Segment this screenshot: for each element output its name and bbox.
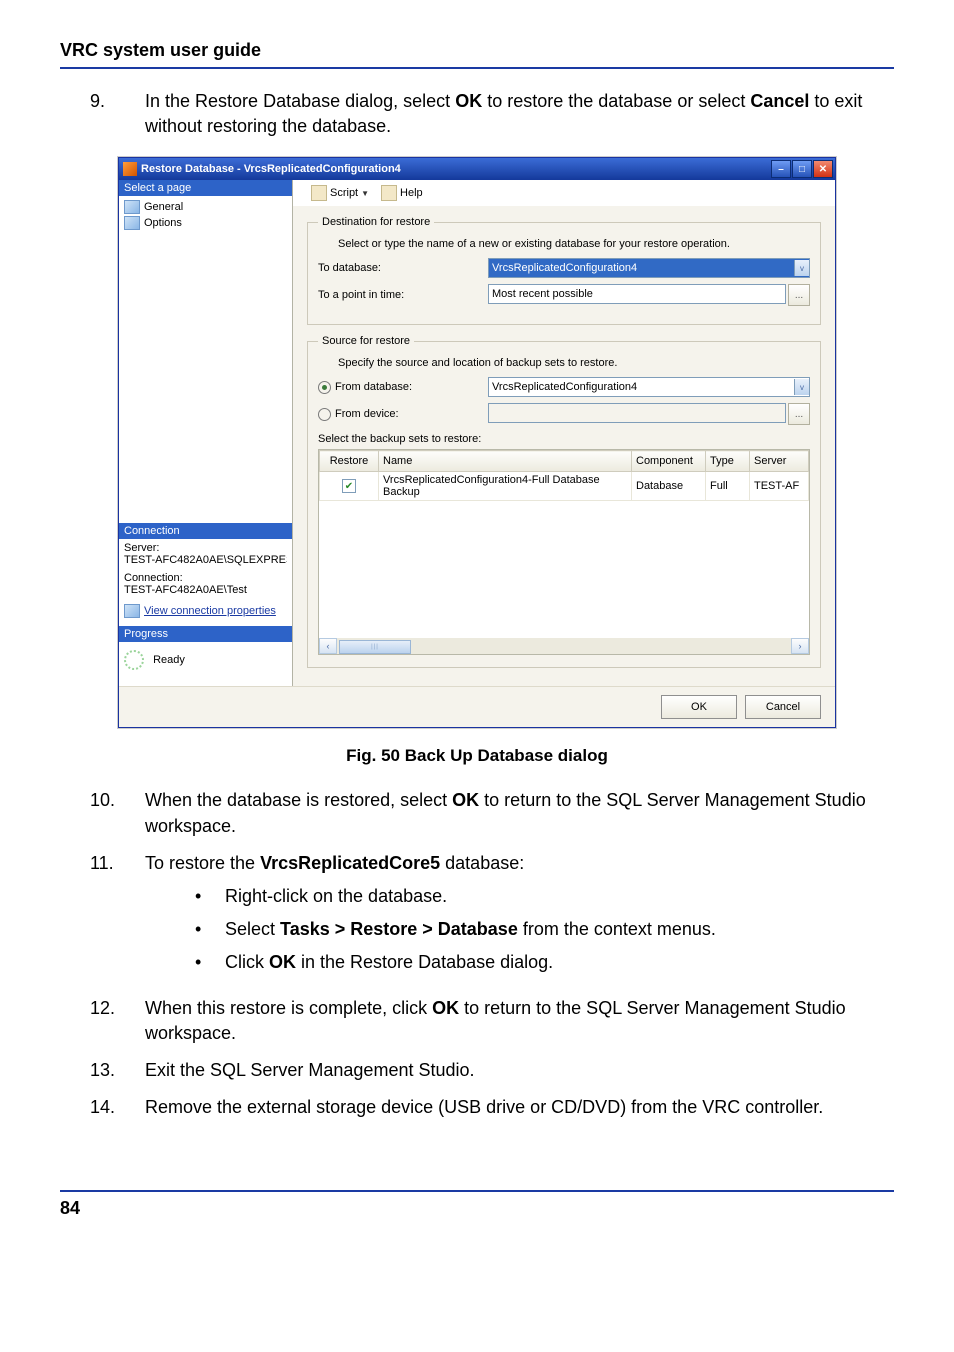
sidebar-item-general[interactable]: General bbox=[119, 199, 292, 215]
step-number: 12. bbox=[90, 996, 145, 1046]
from-database-radio[interactable] bbox=[318, 381, 331, 394]
footer-rule bbox=[60, 1190, 894, 1192]
server-value: TEST-AFC482A0AE\SQLEXPRES bbox=[124, 554, 287, 566]
col-name[interactable]: Name bbox=[379, 451, 632, 472]
scroll-right-icon[interactable]: › bbox=[791, 638, 809, 654]
connection-label: Connection: bbox=[124, 572, 287, 584]
col-restore[interactable]: Restore bbox=[320, 451, 379, 472]
help-button[interactable]: Help bbox=[381, 185, 423, 201]
window-title: Restore Database - VrcsReplicatedConfigu… bbox=[141, 163, 401, 175]
cell-type: Full bbox=[706, 472, 750, 501]
bullet-text: Right-click on the database. bbox=[225, 884, 447, 909]
dialog-button-bar: OK Cancel bbox=[119, 686, 835, 727]
progress-spinner-icon bbox=[124, 650, 144, 670]
step-body: In the Restore Database dialog, select O… bbox=[145, 89, 874, 139]
page-header: VRC system user guide bbox=[60, 40, 894, 61]
step-number: 14. bbox=[90, 1095, 145, 1120]
step-body: When this restore is complete, click OK … bbox=[145, 996, 874, 1046]
app-icon bbox=[123, 162, 137, 176]
to-database-combo[interactable]: VrcsReplicatedConfiguration4 v bbox=[488, 258, 810, 278]
col-server[interactable]: Server bbox=[750, 451, 809, 472]
backup-sets-table: Restore Name Component Type Server ✔ Vrc… bbox=[319, 450, 809, 501]
maximize-button[interactable]: □ bbox=[792, 160, 812, 178]
help-icon bbox=[381, 185, 397, 201]
page-icon bbox=[124, 200, 140, 214]
cell-server: TEST-AF bbox=[750, 472, 809, 501]
step-number: 10. bbox=[90, 788, 145, 838]
chevron-down-icon[interactable]: v bbox=[794, 379, 809, 395]
progress-header: Progress bbox=[119, 626, 292, 642]
header-rule bbox=[60, 67, 894, 69]
from-database-label: From database: bbox=[335, 381, 412, 393]
toolbar: Script ▼ Help bbox=[293, 180, 835, 206]
page-icon bbox=[124, 216, 140, 230]
backup-sets-label: Select the backup sets to restore: bbox=[318, 433, 810, 445]
destination-legend: Destination for restore bbox=[318, 216, 434, 228]
figure-caption: Fig. 50 Back Up Database dialog bbox=[60, 746, 894, 766]
destination-group: Destination for restore Select or type t… bbox=[307, 216, 821, 325]
restore-database-dialog: Restore Database - VrcsReplicatedConfigu… bbox=[118, 157, 836, 728]
cancel-button[interactable]: Cancel bbox=[745, 695, 821, 719]
from-device-input[interactable] bbox=[488, 403, 786, 423]
step-number: 9. bbox=[90, 89, 145, 139]
titlebar[interactable]: Restore Database - VrcsReplicatedConfigu… bbox=[119, 158, 835, 180]
step-body: Remove the external storage device (USB … bbox=[145, 1095, 874, 1120]
bullet-text: Click OK in the Restore Database dialog. bbox=[225, 950, 553, 975]
bullet-text: Select Tasks > Restore > Database from t… bbox=[225, 917, 716, 942]
source-hint: Specify the source and location of backu… bbox=[338, 357, 810, 369]
select-page-header: Select a page bbox=[119, 180, 292, 196]
step-body: To restore the VrcsReplicatedCore5 datab… bbox=[145, 851, 874, 984]
step-body: When the database is restored, select OK… bbox=[145, 788, 874, 838]
minimize-button[interactable]: – bbox=[771, 160, 791, 178]
browse-time-button[interactable]: ... bbox=[788, 284, 810, 306]
source-group: Source for restore Specify the source an… bbox=[307, 335, 821, 668]
from-device-label: From device: bbox=[335, 408, 399, 420]
server-label: Server: bbox=[124, 542, 287, 554]
cell-component: Database bbox=[632, 472, 706, 501]
to-database-label: To database: bbox=[318, 262, 488, 274]
col-type[interactable]: Type bbox=[706, 451, 750, 472]
step-body: Exit the SQL Server Management Studio. bbox=[145, 1058, 874, 1083]
restore-checkbox[interactable]: ✔ bbox=[342, 479, 356, 493]
page-number: 84 bbox=[60, 1198, 894, 1219]
backup-sets-table-wrap: Restore Name Component Type Server ✔ Vrc… bbox=[318, 449, 810, 655]
properties-icon bbox=[124, 604, 140, 618]
view-connection-properties-link[interactable]: View connection properties bbox=[144, 605, 276, 617]
from-database-combo[interactable]: VrcsReplicatedConfiguration4 v bbox=[488, 377, 810, 397]
table-row[interactable]: ✔ VrcsReplicatedConfiguration4-Full Data… bbox=[320, 472, 809, 501]
script-icon bbox=[311, 185, 327, 201]
cell-name: VrcsReplicatedConfiguration4-Full Databa… bbox=[379, 472, 632, 501]
from-device-radio[interactable] bbox=[318, 408, 331, 421]
close-button[interactable]: ✕ bbox=[813, 160, 833, 178]
to-point-label: To a point in time: bbox=[318, 289, 488, 301]
script-button[interactable]: Script ▼ bbox=[311, 185, 369, 201]
browse-device-button[interactable]: ... bbox=[788, 403, 810, 425]
chevron-down-icon[interactable]: v bbox=[794, 260, 809, 276]
step-number: 11. bbox=[90, 851, 145, 984]
source-legend: Source for restore bbox=[318, 335, 414, 347]
horizontal-scrollbar[interactable]: ‹ ||| › bbox=[319, 638, 809, 654]
ok-button[interactable]: OK bbox=[661, 695, 737, 719]
sidebar-item-options[interactable]: Options bbox=[119, 215, 292, 231]
destination-hint: Select or type the name of a new or exis… bbox=[338, 238, 810, 250]
connection-value: TEST-AFC482A0AE\Test bbox=[124, 584, 287, 596]
scroll-left-icon[interactable]: ‹ bbox=[319, 638, 337, 654]
to-point-input[interactable]: Most recent possible bbox=[488, 284, 786, 304]
col-component[interactable]: Component bbox=[632, 451, 706, 472]
scroll-thumb[interactable]: ||| bbox=[339, 640, 411, 654]
connection-header: Connection bbox=[119, 523, 292, 539]
sidebar: Select a page General Options Connection… bbox=[119, 180, 293, 686]
progress-status: Ready bbox=[153, 654, 185, 666]
step-number: 13. bbox=[90, 1058, 145, 1083]
chevron-down-icon: ▼ bbox=[361, 189, 369, 198]
